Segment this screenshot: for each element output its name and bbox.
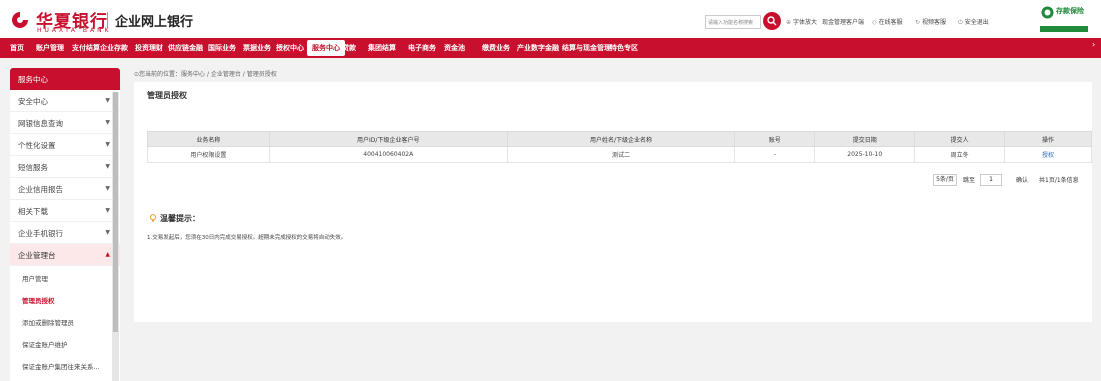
page-title: 管理员授权 — [147, 91, 187, 100]
sidebar-item-credit-report[interactable]: 企业信用报告 ▼ — [10, 178, 120, 200]
nav-item[interactable]: 国际业务 — [208, 38, 236, 58]
chevron-down-icon: ▼ — [105, 97, 110, 104]
tips-title: 温馨提示： — [160, 214, 200, 223]
search-button[interactable] — [763, 12, 781, 30]
nav-item[interactable]: 供应链金融 — [168, 38, 203, 58]
nav-item[interactable]: 产业数字金融 — [517, 38, 559, 58]
chevron-down-icon: ▼ — [105, 163, 110, 170]
nav-item[interactable]: 缴费业务 — [482, 38, 510, 58]
chevron-down-icon: ▼ — [105, 207, 110, 214]
font-size-icon: ⊕ — [786, 19, 792, 26]
cash-management-link[interactable]: 现金管理客户端 — [822, 17, 864, 26]
power-icon: ⏻ — [958, 19, 963, 26]
nav-item[interactable]: 支付结算 — [72, 38, 100, 58]
goto-page-input[interactable]: 1 — [980, 174, 1002, 186]
page-size-select[interactable]: 5条/页 — [933, 174, 957, 186]
search-icon — [767, 16, 777, 26]
chevron-down-icon: ▼ — [105, 119, 110, 126]
breadcrumb: ⊙您当前的位置：服务中心 / 企业管理台 / 管理员授权 — [134, 71, 277, 78]
sidebar-sub-add-remove-admin[interactable]: 添加或删除管理员 — [10, 310, 120, 332]
table-row: 用户权限设置 400410060402A 测试二 - 2025-10-10 周立… — [147, 146, 1092, 163]
nav-item[interactable]: 电子商务 — [408, 38, 436, 58]
confirm-button[interactable]: 确认 — [1016, 175, 1028, 184]
online-service-icon: ◇ — [872, 19, 877, 26]
authorize-link[interactable]: 授权 — [1042, 152, 1054, 159]
goto-label: 跳至 — [963, 177, 976, 184]
col-action: 操作 — [1004, 131, 1092, 147]
cell-submitter: 周立冬 — [914, 146, 1006, 163]
sidebar-sub-admin-authorization[interactable]: 管理员授权 — [10, 288, 120, 310]
col-business-name: 业务名称 — [147, 131, 270, 147]
chevron-down-icon: ▼ — [105, 141, 110, 148]
main-nav: 首页 账户管理 支付结算 企业存款 投资理财 供应链金融 国际业务 票据业务 授权中心 服务中心贷… — [0, 38, 1101, 58]
top-header: 华夏银行 HUAXIA BANK 企业网上银行 请输入功能名称搜索 ⊕ 字体放大 … — [0, 0, 1101, 38]
nav-item[interactable]: 账户管理 — [36, 38, 64, 58]
col-user-name: 用户姓名/下级企业名称 — [506, 131, 736, 147]
nav-item[interactable]: 首页 — [10, 38, 24, 58]
cell-business-name: 用户权限设置 — [147, 146, 270, 163]
sidebar: 服务中心 安全中心 ▼ 网银信息查询 ▼ 个性化设置 ▼ 短信服务 ▼ 企业信用报告 ▼ … — [10, 68, 120, 381]
main-content — [134, 82, 1092, 322]
deposit-insurance-badge: 存款保险 — [1056, 7, 1084, 15]
nav-item[interactable]: 票据业务 — [243, 38, 271, 58]
nav-item[interactable]: 特色专区 — [610, 38, 638, 58]
pager-summary: 共1页/1条信息 — [1039, 177, 1079, 184]
nav-item[interactable]: 贷款 — [342, 38, 356, 58]
sidebar-item-security[interactable]: 安全中心 ▼ — [10, 90, 120, 112]
chevron-down-icon: ▼ — [105, 185, 110, 192]
nav-more-icon[interactable]: › — [1092, 40, 1095, 49]
sidebar-sub-user-management[interactable]: 用户管理 — [10, 266, 120, 288]
nav-item[interactable]: 授权中心 — [276, 38, 304, 58]
sidebar-scroll-thumb[interactable] — [113, 92, 118, 332]
nav-item[interactable]: 服务中心 — [307, 40, 345, 56]
font-size-button[interactable]: ⊕ 字体放大 — [786, 17, 817, 26]
bank-name-en: HUAXIA BANK — [37, 27, 112, 34]
table-header-row: 业务名称 用户ID/下级企业客户号 用户姓名/下级企业名称 账号 提交日期 提交… — [147, 131, 1092, 147]
sidebar-sub-margin-group[interactable]: 保证金账户集团往来关系... — [10, 354, 120, 376]
site-subtitle: 企业网上银行 — [115, 15, 194, 30]
chevron-up-icon: ▲ — [105, 251, 110, 258]
cell-account: - — [734, 146, 816, 163]
nav-item[interactable]: 集团结算 — [368, 38, 396, 58]
authorization-table: 业务名称 用户ID/下级企业客户号 用户姓名/下级企业名称 账号 提交日期 提交… — [147, 131, 1092, 163]
col-submit-date: 提交日期 — [814, 131, 916, 147]
cell-user-name: 测试二 — [506, 146, 736, 163]
online-service-button[interactable]: ◇ 在线客服 — [872, 17, 903, 26]
video-service-icon: ↻ — [915, 19, 921, 26]
sidebar-item-info-query[interactable]: 网银信息查询 ▼ — [10, 112, 120, 134]
logout-button[interactable]: ⏻ 安全退出 — [958, 17, 989, 27]
cell-action: 授权 — [1004, 146, 1092, 163]
sidebar-item-enterprise-admin[interactable]: 企业管理台 ▲ — [10, 244, 120, 266]
col-submitter: 提交人 — [914, 131, 1006, 147]
nav-item[interactable]: 资金池 — [444, 38, 465, 58]
tips-text: 1.交易发起后，您须在30日内完成交易授权。超期未完成授权的交易将自动失效。 — [147, 235, 347, 241]
sidebar-sub-margin-account[interactable]: 保证金账户维护 — [10, 332, 120, 354]
deposit-insurance-icon — [1041, 6, 1054, 19]
video-service-button[interactable]: ↻ 视频客服 — [915, 17, 946, 26]
bank-logo-icon — [12, 12, 28, 28]
logo-divider — [107, 12, 108, 28]
search-input[interactable]: 请输入功能名称搜索 — [705, 15, 761, 29]
cell-submit-date: 2025-10-10 — [814, 146, 916, 163]
deposit-insurance-bar — [1040, 26, 1088, 32]
nav-item[interactable]: 结算与现金管理 — [562, 38, 611, 58]
nav-item[interactable]: 投资理财 — [135, 38, 163, 58]
sidebar-item-mobile-bank[interactable]: 企业手机银行 ▼ — [10, 222, 120, 244]
sidebar-item-downloads[interactable]: 相关下载 ▼ — [10, 200, 120, 222]
sidebar-item-sms[interactable]: 短信服务 ▼ — [10, 156, 120, 178]
chevron-down-icon: ▼ — [105, 229, 110, 236]
sidebar-item-personalization[interactable]: 个性化设置 ▼ — [10, 134, 120, 156]
tip-bulb-icon — [149, 214, 157, 222]
sidebar-header[interactable]: 服务中心 — [10, 68, 120, 90]
nav-item[interactable]: 企业存款 — [100, 38, 128, 58]
cell-user-id: 400410060402A — [268, 146, 508, 163]
col-account: 账号 — [734, 131, 816, 147]
col-user-id: 用户ID/下级企业客户号 — [268, 131, 508, 147]
